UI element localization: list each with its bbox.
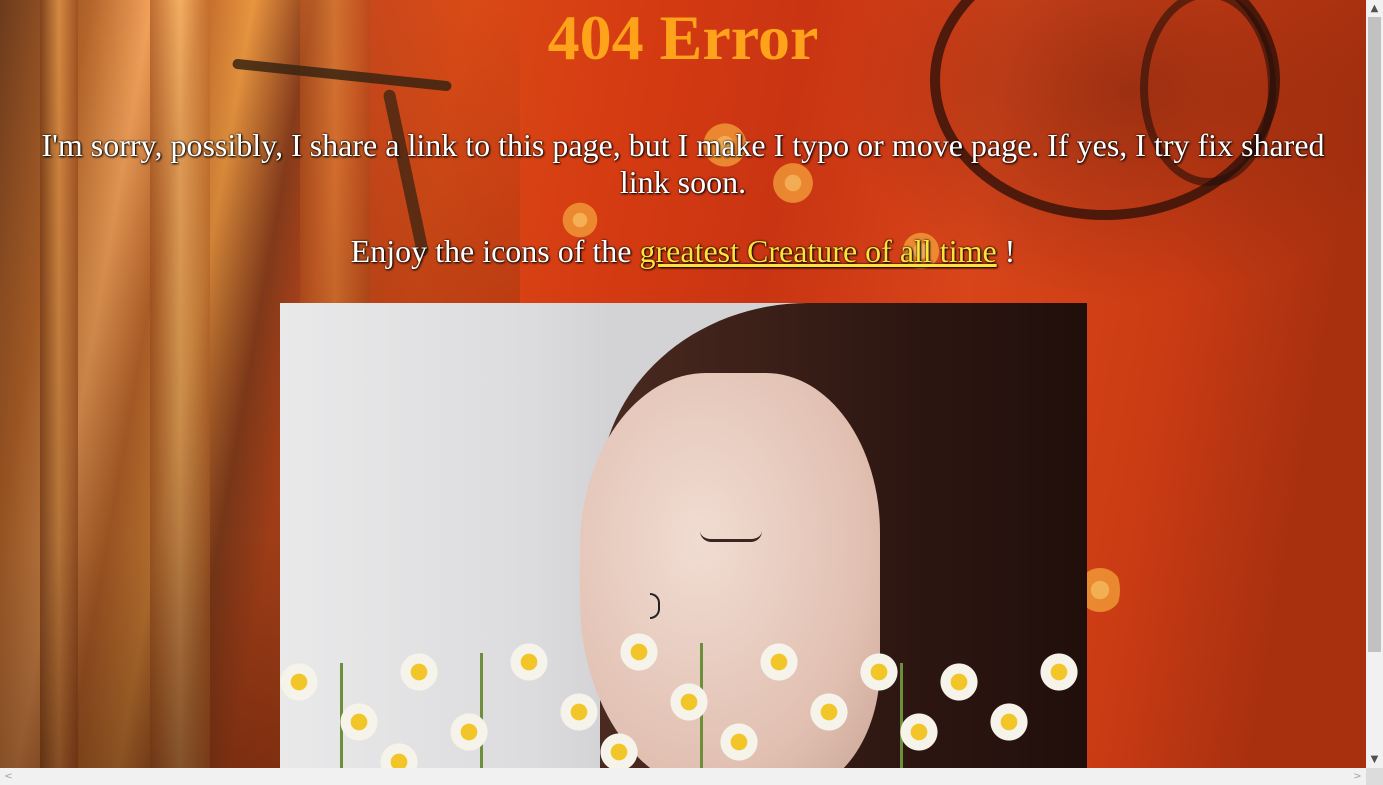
scrollbar-corner <box>1366 768 1383 785</box>
enjoy-line: Enjoy the icons of the greatest Creature… <box>0 233 1366 270</box>
photo-closed-eye <box>700 531 762 542</box>
scroll-down-icon[interactable]: ▼ <box>1366 751 1383 768</box>
vertical-scroll-thumb[interactable] <box>1368 17 1381 652</box>
vertical-scrollbar[interactable]: ▲ ▼ <box>1366 0 1383 768</box>
scroll-left-icon[interactable]: < <box>0 768 17 785</box>
photo-daisy-bouquet <box>280 623 1087 768</box>
enjoy-suffix: ! <box>996 233 1016 269</box>
page-title: 404 Error <box>547 2 819 73</box>
error-message: I'm sorry, possibly, I share a link to t… <box>41 127 1325 200</box>
scroll-up-icon[interactable]: ▲ <box>1366 0 1383 17</box>
creature-link[interactable]: greatest Creature of all time <box>640 233 997 269</box>
page-viewport: 404 Error I'm sorry, possibly, I share a… <box>0 0 1366 768</box>
enjoy-prefix: Enjoy the icons of the <box>350 233 640 269</box>
horizontal-scrollbar[interactable]: < > <box>0 768 1366 785</box>
woman-with-daisies-photo <box>280 303 1087 768</box>
scroll-right-icon[interactable]: > <box>1349 768 1366 785</box>
